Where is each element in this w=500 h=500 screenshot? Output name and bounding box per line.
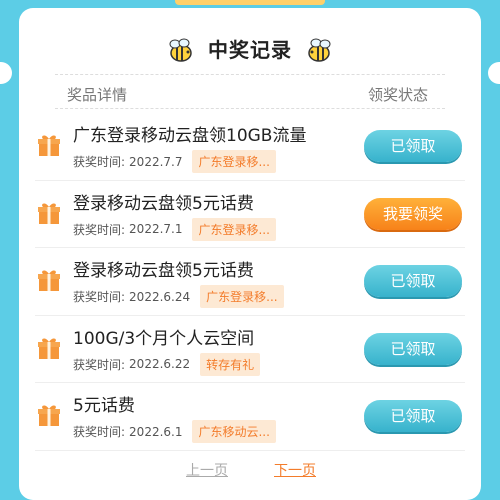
prize-name: 100G/3个月个人云空间 (73, 328, 255, 349)
bee-icon (308, 38, 331, 62)
win-time-label: 获奖时间: (73, 290, 126, 304)
prize-name: 登录移动云盘领5元话费 (73, 193, 254, 214)
activity-tag: 转存有礼 (200, 352, 261, 376)
gift-icon (38, 270, 60, 291)
activity-tag: 广东登录移... (192, 217, 276, 241)
win-time-label: 获奖时间: (73, 222, 126, 237)
column-status: 领奖状态 (368, 86, 429, 104)
win-time: 获奖时间: 2022.6.24 广东登录移... (73, 285, 284, 308)
win-time: 获奖时间: 2022.6.22 转存有礼 (73, 352, 261, 376)
divider (55, 74, 445, 75)
top-accent (175, 0, 325, 5)
claimed-button[interactable]: 已领取 (364, 130, 462, 162)
activity-tag: 广东登录移... (200, 285, 284, 308)
win-date: 2022.6.22 (129, 357, 191, 371)
bee-icon (169, 38, 192, 62)
records-list: 广东登录移动云盘领10GB流量 获奖时间: 2022.7.7 广东登录移... … (19, 113, 481, 451)
header: 中奖记录 (19, 30, 481, 70)
claimed-button[interactable]: 已领取 (364, 400, 462, 432)
list-item: 广东登录移动云盘领10GB流量 获奖时间: 2022.7.7 广东登录移... … (35, 113, 465, 181)
win-time-label: 获奖时间: (73, 425, 126, 439)
win-time-label: 获奖时间: (73, 155, 126, 169)
claim-prize-button[interactable]: 我要领奖 (364, 197, 462, 230)
claimed-button[interactable]: 已领取 (364, 332, 462, 365)
list-item: 登录移动云盘领5元话费 获奖时间: 2022.7.1 广东登录移... 我要领奖 (35, 181, 465, 248)
gift-icon (38, 203, 60, 224)
prev-page-link[interactable]: 上一页 (186, 460, 228, 480)
pagination: 上一页 下一页 (19, 460, 481, 480)
win-time-label: 获奖时间: (73, 357, 126, 372)
gift-icon (38, 405, 60, 426)
activity-tag: 广东移动云... (192, 420, 276, 443)
list-item: 5元话费 获奖时间: 2022.6.1 广东移动云... 已领取 (35, 383, 465, 451)
win-date: 2022.6.1 (129, 424, 183, 439)
win-time: 获奖时间: 2022.7.7 广东登录移... (73, 150, 276, 173)
next-page-link[interactable]: 下一页 (274, 460, 316, 480)
prize-name: 5元话费 (73, 396, 135, 416)
column-details: 奖品详情 (67, 86, 128, 104)
list-item: 登录移动云盘领5元话费 获奖时间: 2022.6.24 广东登录移... 已领取 (35, 248, 465, 316)
prize-name: 广东登录移动云盘领10GB流量 (73, 126, 307, 146)
claimed-button[interactable]: 已领取 (364, 265, 462, 297)
win-date: 2022.6.24 (129, 289, 191, 304)
activity-tag: 广东登录移... (192, 150, 276, 173)
prize-name: 登录移动云盘领5元话费 (73, 261, 254, 281)
right-notch (488, 62, 500, 84)
list-item: 100G/3个月个人云空间 获奖时间: 2022.6.22 转存有礼 已领取 (35, 316, 465, 383)
win-time: 获奖时间: 2022.6.1 广东移动云... (73, 420, 276, 443)
divider (55, 108, 445, 109)
win-date: 2022.7.7 (129, 154, 183, 169)
page-title: 中奖记录 (208, 38, 292, 62)
win-date: 2022.7.1 (129, 222, 183, 236)
gift-icon (38, 338, 60, 359)
left-notch (0, 62, 12, 84)
gift-icon (38, 135, 60, 156)
column-header: 奖品详情 领奖状态 (19, 84, 481, 108)
win-time: 获奖时间: 2022.7.1 广东登录移... (73, 217, 276, 241)
winning-records-card: 中奖记录 奖品详情 领奖状态 广东登录移动云盘领10GB流量 获奖时间: 202… (19, 8, 481, 500)
